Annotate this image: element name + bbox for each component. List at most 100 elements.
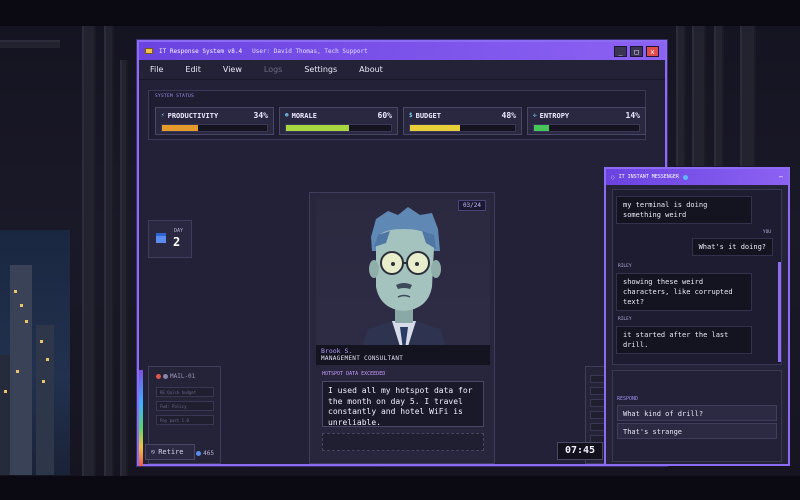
mail-count: 465 [203,450,214,457]
day-indicator: DAY 2 [148,220,192,258]
maximize-button[interactable]: □ [630,45,643,57]
customer-dialogue: I used all my hotspot data for the month… [322,381,484,427]
issue-label: HOTSPOT DATA EXCEEDED [322,371,386,377]
menu-settings[interactable]: Settings [304,65,337,74]
title-bar[interactable]: IT Response System v8.4 User: David Thom… [139,42,665,60]
window-user: User: David Thomas, Tech Support [252,47,368,55]
day-label: DAY [174,228,184,234]
stat-bar-fill [162,125,198,131]
wall-pipe [82,26,96,476]
chat-scrollbar[interactable] [778,262,781,362]
main-window: IT Response System v8.4 User: David Thom… [137,40,667,466]
stat-label: PRODUCTIVITY [167,111,219,120]
window-controls: _ □ x [614,45,659,57]
letterbox-bottom [0,476,800,500]
menu-edit[interactable]: Edit [185,65,201,74]
wall-pipe [676,26,686,166]
reply-slot[interactable] [322,433,484,451]
stat-productivity: ⚡ PRODUCTIVITY 34% [155,107,274,135]
customer-role: MANAGEMENT CONSULTANT [321,355,404,362]
character-illustration [356,207,452,364]
mail-title: MAIL-01 [170,373,196,380]
response-option-drill[interactable]: What kind of drill? [617,405,777,421]
stat-entropy: ✣ ENTROPY 14% [527,107,646,135]
chat-history[interactable]: my terminal is doing something weird YOU… [612,189,782,365]
status-title: SYSTEM STATUS [155,94,195,99]
mail-row[interactable]: Fwd: Policy [156,401,214,411]
menu-about[interactable]: About [359,65,383,74]
city-window [0,230,70,475]
chat-message: What's it doing? [691,238,773,256]
minimize-button[interactable]: _ [614,45,627,57]
respond-label: RESPOND [617,396,639,402]
stat-morale: ☻ MORALE 60% [279,107,398,135]
stat-label: MORALE [291,111,317,120]
menu-bar: File Edit View Logs Settings About [139,60,665,80]
status-dot-blue [196,451,202,456]
stat-percent: 48% [501,111,516,120]
calendar-icon [156,233,166,243]
wall-pipe [0,40,60,48]
character-portrait [316,199,490,364]
stat-percent: 60% [377,111,392,120]
stat-label: ENTROPY [539,111,570,120]
menu-logs: Logs [263,65,283,74]
game-clock: 07:45 [557,442,603,460]
stat-bar-fill [534,125,549,131]
wall-pipe [120,60,128,476]
chat-icon: ◌ [611,173,615,181]
lightning-icon: ⚡ [161,112,165,119]
response-option-strange[interactable]: That's strange [617,423,777,439]
stat-bar [409,124,516,132]
wall-pipe [104,26,114,476]
dollar-icon: $ [409,112,413,119]
stat-bar-fill [410,125,461,131]
stat-label: BUDGET [415,111,441,120]
person-icon: ☻ [285,112,289,119]
chat-sender: YOU [762,230,771,235]
mail-row[interactable]: Pay past 1.0 [156,415,214,425]
retire-icon: ⎋ [151,448,156,456]
status-dot-red [156,374,161,379]
app-icon [145,48,153,54]
chat-message: my terminal is doing something weird [616,196,752,224]
chaos-icon: ✣ [533,112,537,119]
stat-bar [285,124,392,132]
retire-button[interactable]: ⎋ Retire [145,444,195,460]
retire-label: Retire [158,448,184,456]
wall-pipe [740,26,756,166]
respond-panel: RESPOND What kind of drill? That's stran… [612,370,782,462]
day-number: 2 [173,235,181,249]
system-status-panel: SYSTEM STATUS ⚡ PRODUCTIVITY 34% ☻ MORAL… [148,90,646,140]
stat-percent: 34% [253,111,268,120]
menu-view[interactable]: View [223,65,242,74]
stat-bar [533,124,640,132]
menu-file[interactable]: File [150,65,163,74]
nameplate: Brook S. MANAGEMENT CONSULTANT [316,345,490,365]
im-title-bar[interactable]: ◌ IT INSTANT MESSENGER − [606,169,788,185]
mail-row[interactable]: RE:Quick budget [156,387,214,397]
close-button[interactable]: x [646,45,659,57]
stat-percent: 14% [625,111,640,120]
window-title: IT Response System v8.4 [159,47,243,55]
online-status-icon [682,174,688,180]
stat-bar [161,124,268,132]
customer-card: 03/24 Brook S. MANAGEMENT CONSULTANT HOT… [309,192,495,464]
instant-messenger-window: ◌ IT INSTANT MESSENGER − my terminal is … [604,167,790,466]
chat-message: showing these weird characters, like cor… [616,273,752,311]
stat-budget: $ BUDGET 48% [403,107,522,135]
im-title: IT INSTANT MESSENGER [618,174,679,180]
mail-header: MAIL-01 [156,373,195,380]
stat-bar-fill [286,125,349,131]
customer-counter: 03/24 [457,200,486,211]
letterbox-top [0,0,800,26]
wall-pipe [714,26,724,166]
chat-sender: RILEY [618,264,632,269]
status-dot-grey [163,374,168,379]
chat-message: it started after the last drill. [616,326,752,354]
meter-bar [139,370,143,466]
wall-pipe [692,26,706,166]
main-content: SYSTEM STATUS ⚡ PRODUCTIVITY 34% ☻ MORAL… [139,80,665,466]
im-close-icon[interactable]: − [779,173,783,181]
customer-name: Brook S. [321,347,353,355]
